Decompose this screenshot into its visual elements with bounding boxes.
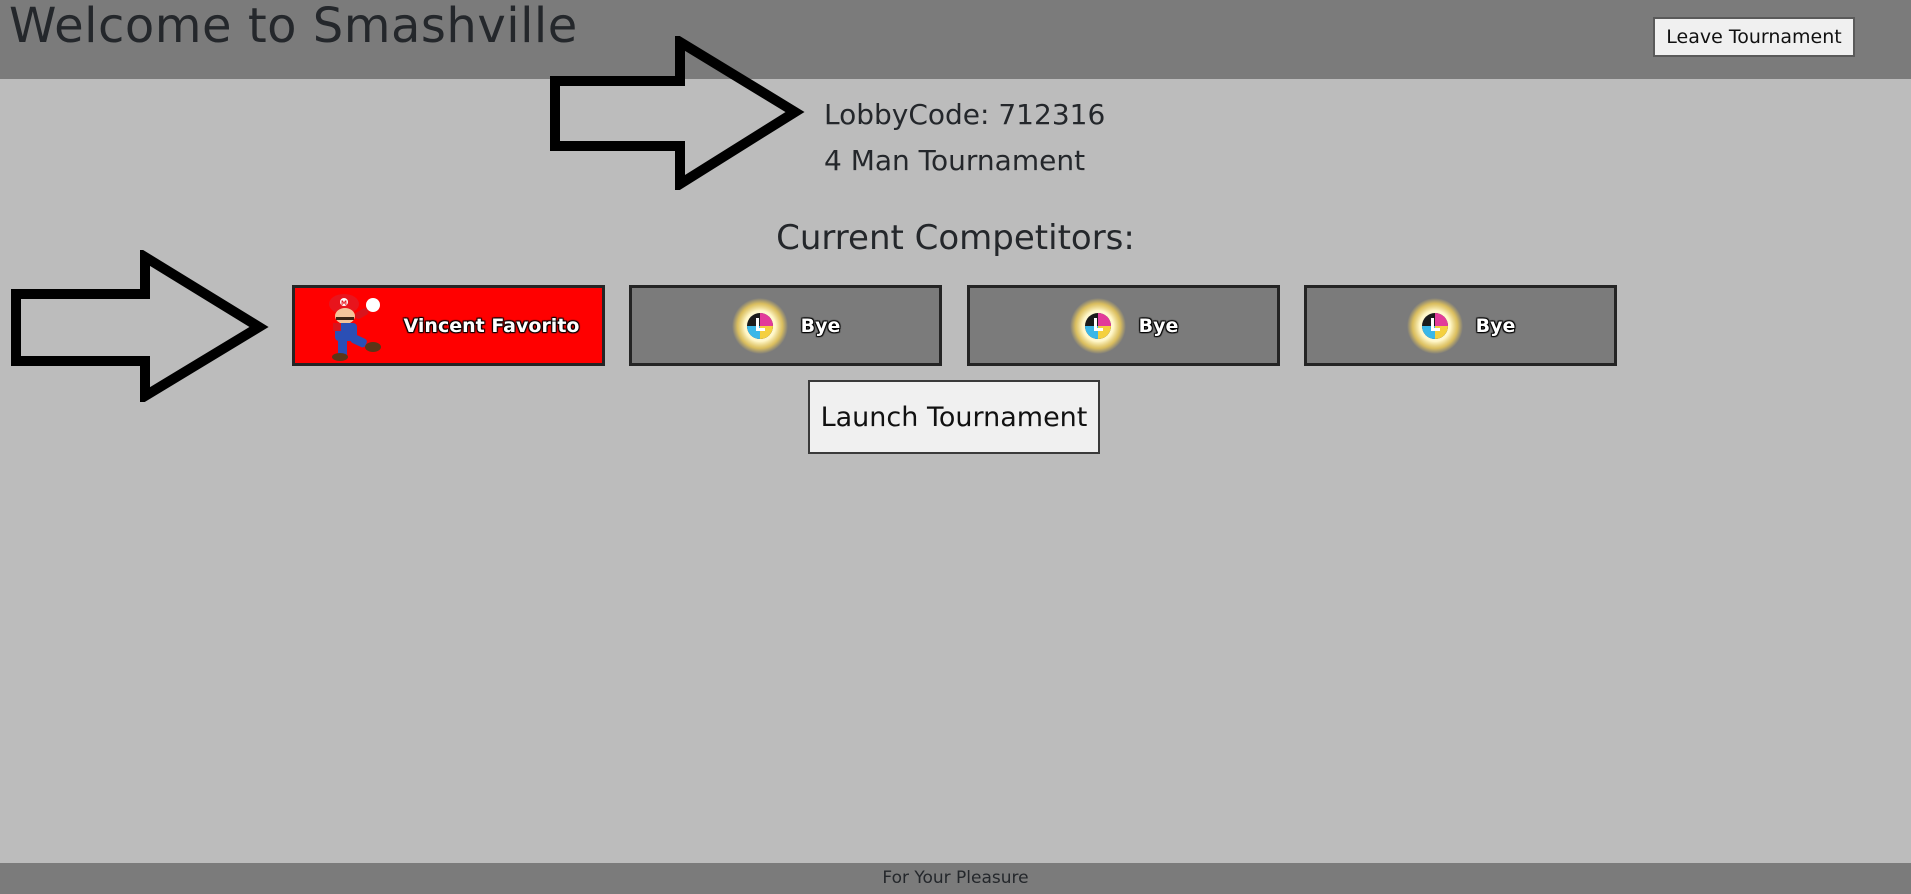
launch-tournament-button[interactable]: Launch Tournament <box>808 380 1100 454</box>
competitor-card[interactable]: Bye <box>629 285 942 366</box>
smash-ball-icon <box>731 297 788 354</box>
competitor-card[interactable]: M Vincent Favorito <box>292 285 605 366</box>
mario-icon: M <box>328 293 381 361</box>
competitor-name: Bye <box>1475 314 1516 337</box>
competitor-card[interactable]: Bye <box>967 285 1280 366</box>
competitors-heading: Current Competitors: <box>776 218 1135 258</box>
footer: For Your Pleasure <box>0 863 1911 894</box>
smash-ball-icon <box>1406 297 1463 354</box>
lobby-code: LobbyCode: 712316 <box>824 98 1106 131</box>
lobby-info: LobbyCode: 712316 4 Man Tournament <box>824 92 1105 184</box>
footer-text: For Your Pleasure <box>882 868 1029 888</box>
smash-ball-icon <box>1069 297 1126 354</box>
leave-tournament-button[interactable]: Leave Tournament <box>1653 17 1855 57</box>
page-title: Welcome to Smashville <box>9 0 578 54</box>
arrow-right-icon <box>11 250 269 402</box>
competitor-name: Vincent Favorito <box>403 314 580 337</box>
arrow-right-icon <box>550 36 805 190</box>
competitor-card[interactable]: Bye <box>1304 285 1617 366</box>
tournament-type: 4 Man Tournament <box>824 144 1086 177</box>
competitor-name: Bye <box>1138 314 1179 337</box>
header-bar: Welcome to Smashville Leave Tournament <box>0 0 1911 79</box>
svg-text:M: M <box>341 300 347 307</box>
competitor-name: Bye <box>800 314 841 337</box>
